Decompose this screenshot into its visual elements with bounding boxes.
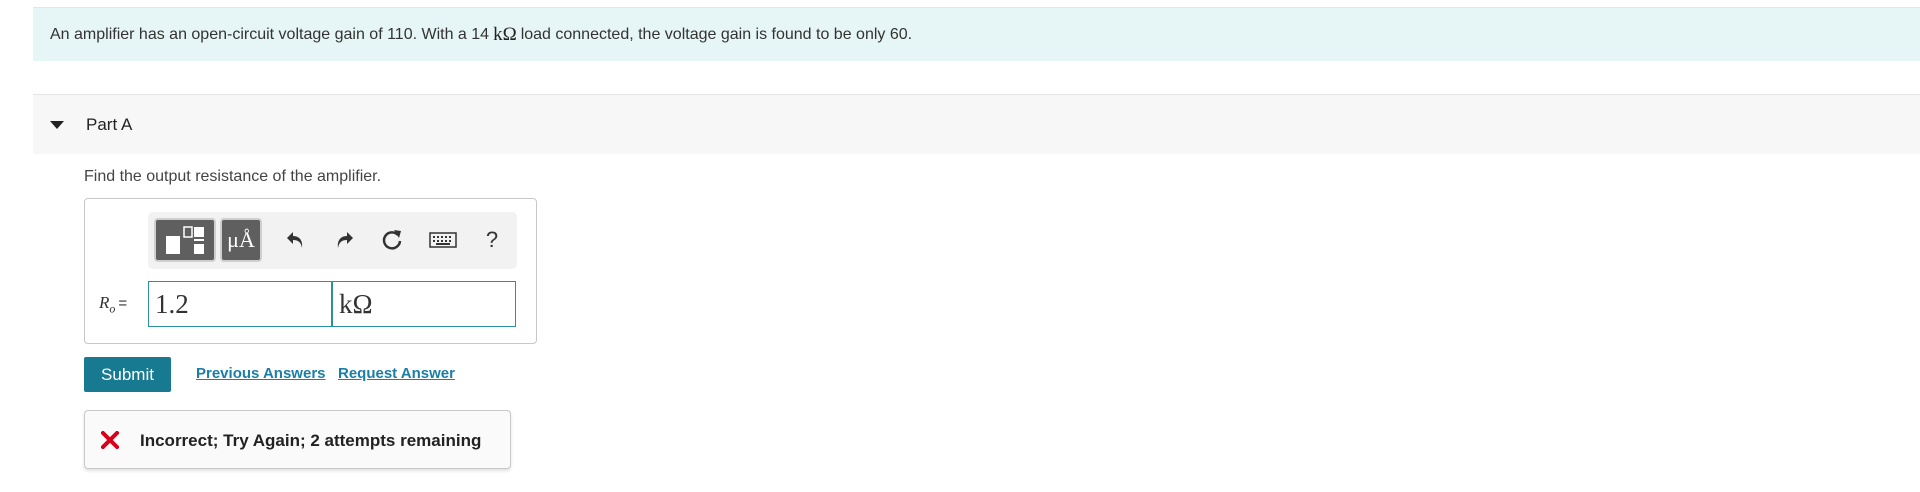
reset-button[interactable] [378, 226, 406, 254]
equals-sign: = [118, 295, 128, 312]
value-text: 1.2 [155, 288, 189, 319]
math-toolbar: μÅ ? [148, 212, 517, 269]
variable-label: Ro = [99, 293, 127, 316]
request-answer-link[interactable]: Request Answer [338, 365, 455, 382]
unit-input[interactable]: kΩ [332, 281, 516, 327]
question-text: Find the output resistance of the amplif… [84, 168, 382, 185]
units-icon: μÅ [227, 227, 255, 252]
keyboard-icon [429, 232, 457, 248]
templates-icon [166, 226, 204, 254]
previous-answers-link[interactable]: Previous Answers [196, 365, 326, 382]
help-button[interactable]: ? [478, 226, 506, 254]
feedback-message: Incorrect; Try Again; 2 attempts remaini… [140, 431, 482, 450]
undo-button[interactable] [282, 226, 310, 254]
templates-button[interactable] [154, 218, 216, 262]
reset-icon [382, 230, 402, 250]
collapse-triangle-icon[interactable] [50, 121, 64, 129]
part-title: Part A [86, 115, 133, 134]
variable-symbol: R [99, 293, 110, 312]
intro-text-before: An amplifier has an open-circuit voltage… [50, 25, 490, 43]
problem-statement: An amplifier has an open-circuit voltage… [33, 7, 1920, 61]
redo-button[interactable] [330, 226, 358, 254]
incorrect-x-icon [101, 431, 119, 449]
answer-box: μÅ ? Ro = 1.2 kΩ [84, 198, 537, 344]
units-button[interactable]: μÅ [220, 218, 262, 262]
redo-icon [337, 232, 353, 248]
keyboard-button[interactable] [426, 226, 460, 254]
feedback-box: Incorrect; Try Again; 2 attempts remaini… [84, 410, 511, 469]
submit-button[interactable]: Submit [84, 357, 171, 392]
variable-subscript: o [109, 301, 116, 316]
part-a-header[interactable]: Part A [33, 94, 1920, 154]
unit-text: kΩ [339, 288, 373, 319]
help-icon: ? [485, 227, 499, 252]
intro-text-after: load connected, the voltage gain is foun… [520, 25, 913, 43]
value-input[interactable]: 1.2 [148, 281, 332, 327]
load-unit: kΩ [493, 23, 517, 45]
undo-icon [287, 232, 303, 248]
